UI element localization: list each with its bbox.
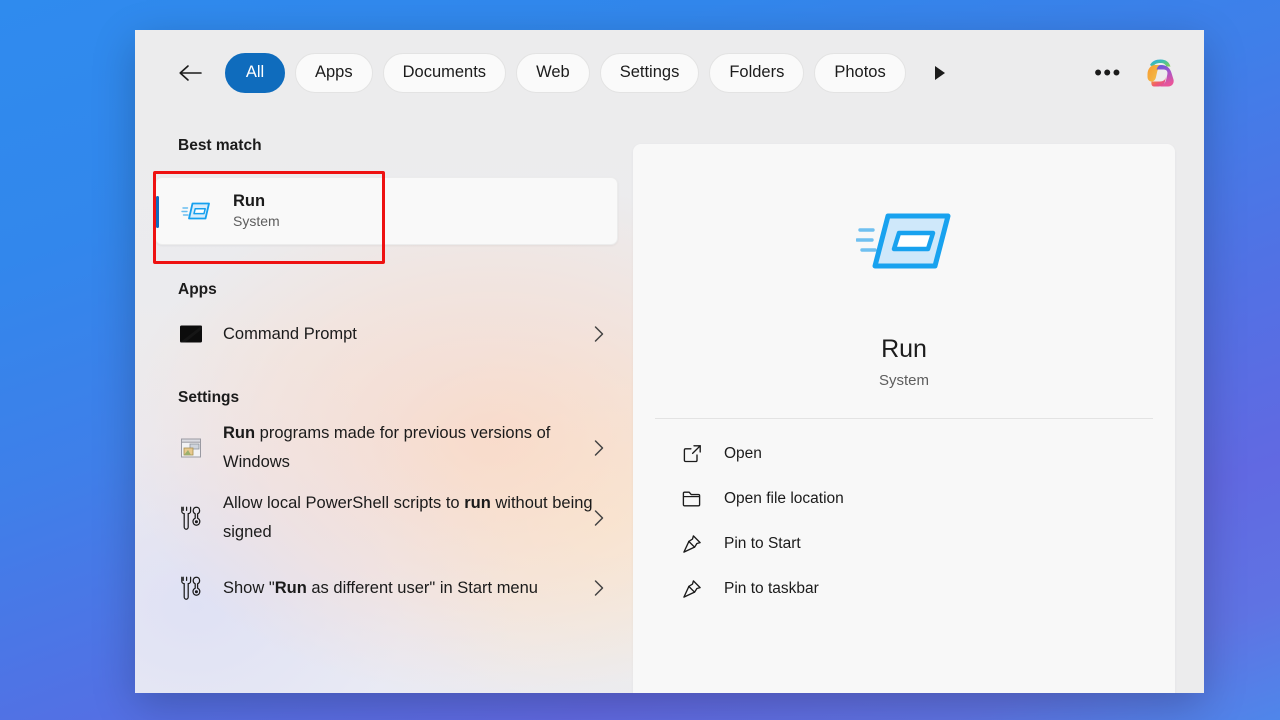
- chevron-right-icon[interactable]: [593, 439, 605, 457]
- tools-icon: [178, 505, 204, 531]
- filter-chip-settings[interactable]: Settings: [599, 52, 700, 93]
- chevron-right-icon[interactable]: [593, 509, 605, 527]
- result-row-command-prompt[interactable]: Command Prompt: [135, 307, 633, 361]
- filter-chip-documents[interactable]: Documents: [382, 52, 507, 93]
- action-open-file-location[interactable]: Open file location: [661, 476, 1147, 521]
- filter-chip-folders[interactable]: Folders: [709, 52, 805, 93]
- best-match-text: Run System: [233, 191, 280, 231]
- run-app-icon-large-glyph: [855, 213, 951, 269]
- tools-icon-glyph: [181, 576, 201, 600]
- selection-accent-bar: [156, 196, 159, 228]
- apps-section-label: Apps: [178, 281, 217, 298]
- run-app-icon: [180, 199, 212, 223]
- preview-column: Run System Open Open file location Pin t…: [633, 115, 1204, 693]
- best-match-result-run[interactable]: Run System: [155, 177, 618, 245]
- more-options-button[interactable]: •••: [1090, 55, 1126, 91]
- preview-app-title: Run: [881, 335, 927, 363]
- result-row-run-programs-compatibility[interactable]: Run programs made for previous versions …: [135, 413, 633, 483]
- program-compatibility-icon: [178, 436, 204, 460]
- filter-chip-apps[interactable]: Apps: [295, 52, 373, 93]
- action-open[interactable]: Open: [661, 431, 1147, 476]
- play-triangle-icon: [934, 65, 945, 80]
- tools-icon: [178, 575, 204, 601]
- chevron-right-icon[interactable]: [593, 579, 605, 597]
- filter-chip-web[interactable]: Web: [516, 52, 590, 93]
- settings-section-label: Settings: [178, 389, 240, 406]
- results-list-column: Best match Run System Apps Command Promp…: [135, 115, 633, 693]
- action-label-pin-to-taskbar: Pin to taskbar: [724, 579, 819, 597]
- command-prompt-icon: [178, 324, 204, 344]
- result-label-run-as-different-user: Show "Run as different user" in Start me…: [223, 578, 538, 597]
- action-pin-to-taskbar[interactable]: Pin to taskbar: [661, 566, 1147, 611]
- result-row-run-as-different-user[interactable]: Show "Run as different user" in Start me…: [135, 553, 633, 623]
- run-app-icon-glyph: [181, 202, 210, 220]
- result-label-powershell-scripts: Allow local PowerShell scripts to run wi…: [223, 494, 593, 541]
- app-preview-card: Run System Open Open file location Pin t…: [633, 144, 1175, 693]
- copilot-button[interactable]: [1140, 52, 1182, 94]
- result-row-powershell-scripts[interactable]: Allow local PowerShell scripts to run wi…: [135, 483, 633, 553]
- best-match-section: Run System: [135, 171, 633, 264]
- run-app-icon-large: [855, 204, 952, 283]
- command-prompt-icon-glyph: [180, 325, 202, 343]
- settings-result-list: Run programs made for previous versions …: [135, 413, 633, 623]
- pin-icon: [681, 579, 703, 599]
- preview-app-subtitle: System: [878, 372, 929, 389]
- preview-divider: [655, 418, 1153, 419]
- search-results-body: Best match Run System Apps Command Promp…: [135, 115, 1204, 693]
- tools-icon-glyph: [181, 506, 201, 530]
- back-button[interactable]: [173, 56, 207, 90]
- external-link-icon: [681, 444, 703, 463]
- best-match-subtitle: System: [233, 213, 280, 229]
- arrow-left-icon: [179, 64, 202, 81]
- desktop-background: All Apps Documents Web Settings Folders …: [0, 0, 1280, 720]
- action-label-pin-to-start: Pin to Start: [724, 534, 801, 552]
- chevron-right-icon[interactable]: [593, 325, 605, 343]
- result-label-command-prompt: Command Prompt: [223, 324, 357, 343]
- best-match-section-label: Best match: [178, 137, 262, 154]
- filter-chip-photos[interactable]: Photos: [814, 52, 906, 93]
- search-filter-bar: All Apps Documents Web Settings Folders …: [135, 30, 1204, 115]
- apps-result-list: Command Prompt: [135, 307, 633, 361]
- folder-icon: [681, 490, 703, 508]
- best-match-title: Run: [233, 192, 266, 210]
- action-label-open-file-location: Open file location: [724, 489, 844, 507]
- preview-actions-list: Open Open file location Pin to Start Pin…: [633, 431, 1175, 611]
- action-label-open: Open: [724, 444, 762, 462]
- filter-overflow-button[interactable]: [922, 55, 958, 91]
- copilot-icon: [1147, 59, 1174, 86]
- result-label-run-programs-compatibility: Run programs made for previous versions …: [223, 424, 551, 471]
- pin-icon: [681, 534, 703, 554]
- action-pin-to-start[interactable]: Pin to Start: [661, 521, 1147, 566]
- program-compatibility-icon-glyph: [181, 438, 201, 458]
- filter-chip-all[interactable]: All: [225, 52, 285, 93]
- windows-search-window: All Apps Documents Web Settings Folders …: [135, 30, 1204, 693]
